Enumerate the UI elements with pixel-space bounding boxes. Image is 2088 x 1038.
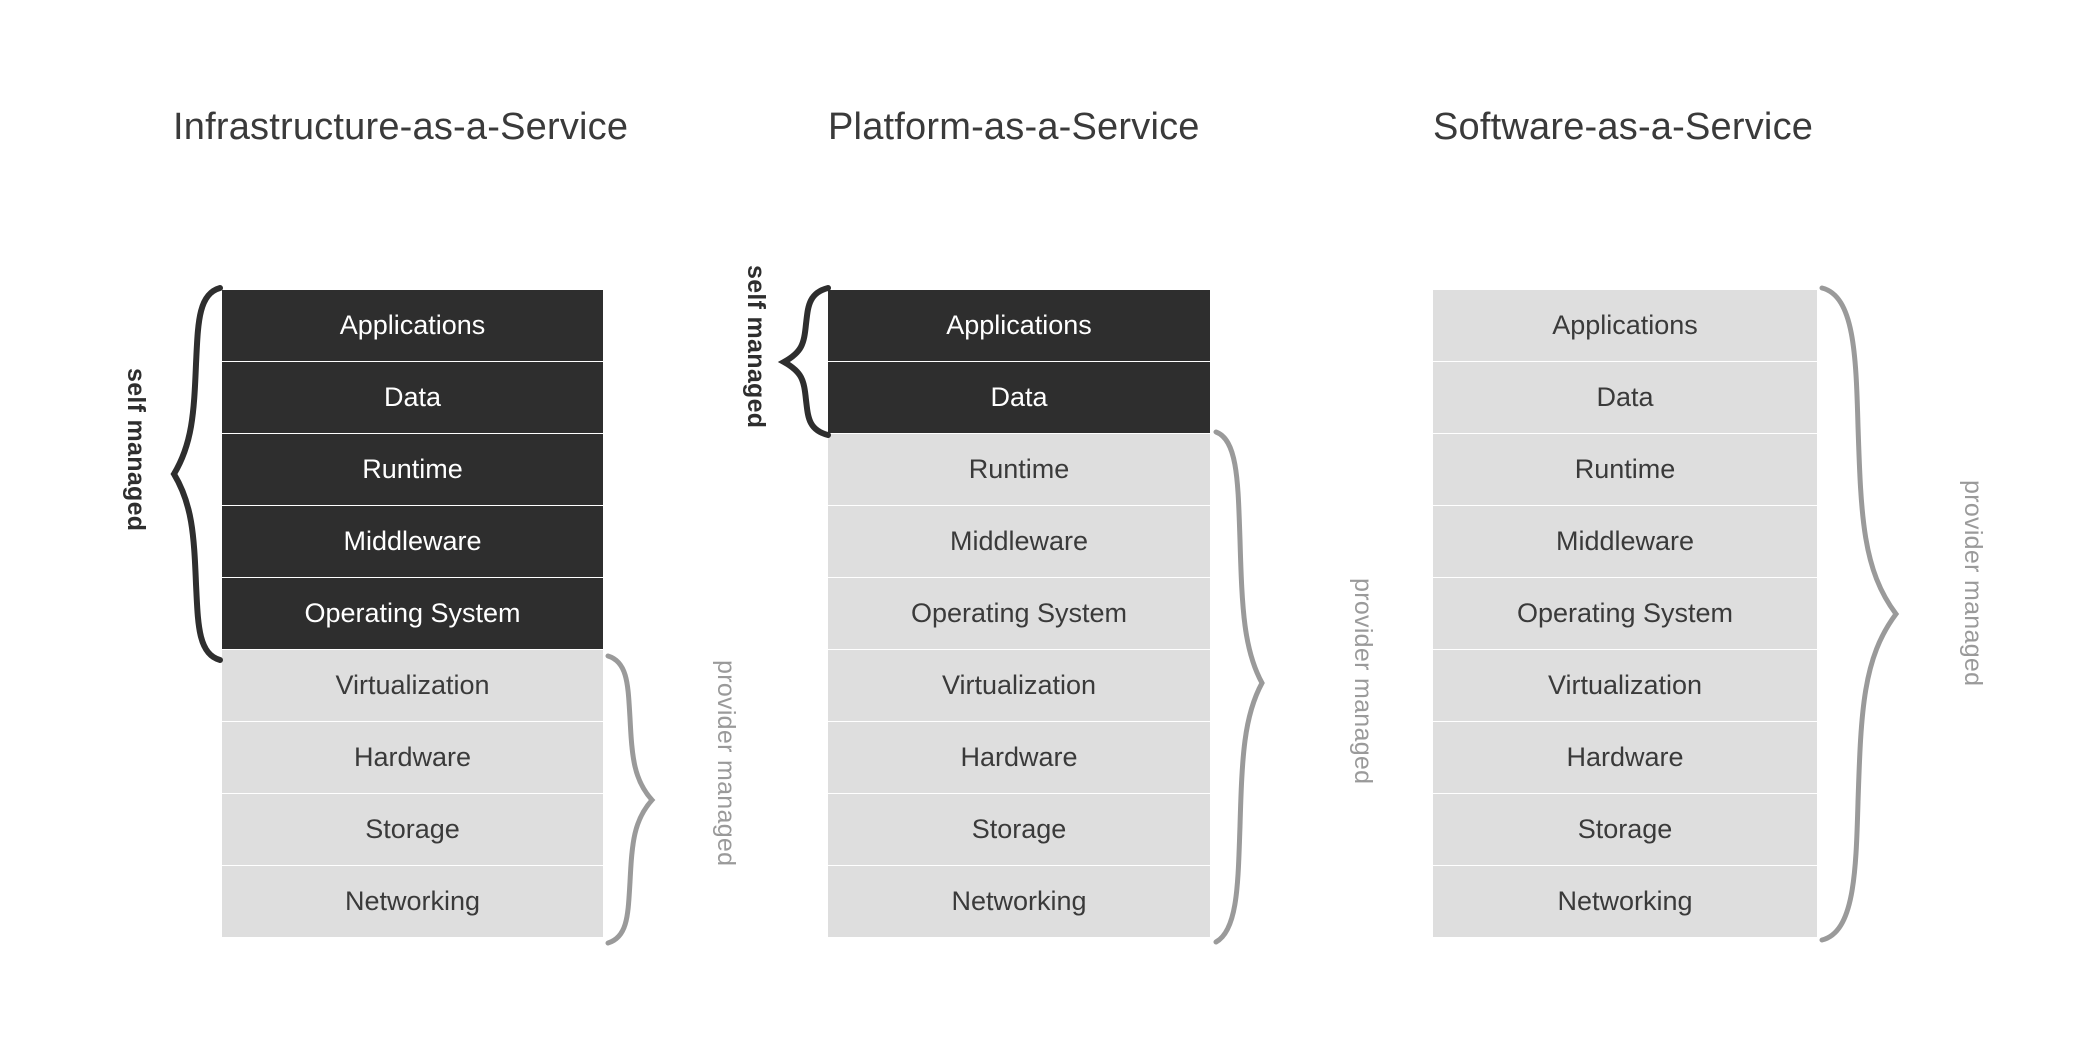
layer-iaas-middleware: Middleware bbox=[222, 506, 603, 577]
layer-saas-virtualization: Virtualization bbox=[1433, 650, 1817, 721]
layer-paas-storage: Storage bbox=[828, 794, 1210, 865]
layer-iaas-data: Data bbox=[222, 362, 603, 433]
stack-paas: Applications Data Runtime Middleware Ope… bbox=[828, 290, 1210, 938]
stack-iaas: Applications Data Runtime Middleware Ope… bbox=[222, 290, 603, 938]
brace-self-managed-iaas bbox=[170, 285, 223, 663]
layer-saas-operating-system: Operating System bbox=[1433, 578, 1817, 649]
brace-provider-managed-iaas bbox=[605, 653, 656, 946]
layer-iaas-hardware: Hardware bbox=[222, 722, 603, 793]
layer-paas-middleware: Middleware bbox=[828, 506, 1210, 577]
brace-provider-managed-saas bbox=[1819, 285, 1900, 943]
brace-label-self-managed-iaas: self managed bbox=[122, 368, 150, 532]
layer-saas-data: Data bbox=[1433, 362, 1817, 433]
layer-paas-data: Data bbox=[828, 362, 1210, 433]
brace-label-provider-managed-paas: provider managed bbox=[1349, 578, 1377, 785]
layer-paas-applications: Applications bbox=[828, 290, 1210, 361]
layer-paas-operating-system: Operating System bbox=[828, 578, 1210, 649]
layer-saas-applications: Applications bbox=[1433, 290, 1817, 361]
layer-iaas-networking: Networking bbox=[222, 866, 603, 937]
layer-saas-runtime: Runtime bbox=[1433, 434, 1817, 505]
layer-paas-hardware: Hardware bbox=[828, 722, 1210, 793]
stack-saas: Applications Data Runtime Middleware Ope… bbox=[1433, 290, 1817, 938]
layer-iaas-operating-system: Operating System bbox=[222, 578, 603, 649]
brace-label-provider-managed-saas: provider managed bbox=[1959, 480, 1987, 687]
layer-saas-hardware: Hardware bbox=[1433, 722, 1817, 793]
column-heading-iaas: Infrastructure-as-a-Service bbox=[173, 106, 629, 148]
column-heading-paas: Platform-as-a-Service bbox=[828, 106, 1200, 148]
brace-label-self-managed-paas: self managed bbox=[742, 265, 770, 429]
layer-paas-runtime: Runtime bbox=[828, 434, 1210, 505]
layer-saas-middleware: Middleware bbox=[1433, 506, 1817, 577]
layer-iaas-virtualization: Virtualization bbox=[222, 650, 603, 721]
layer-saas-storage: Storage bbox=[1433, 794, 1817, 865]
layer-iaas-applications: Applications bbox=[222, 290, 603, 361]
layer-iaas-storage: Storage bbox=[222, 794, 603, 865]
layer-iaas-runtime: Runtime bbox=[222, 434, 603, 505]
brace-self-managed-paas bbox=[777, 285, 831, 438]
brace-provider-managed-paas bbox=[1213, 429, 1265, 945]
cloud-service-models-diagram: Infrastructure-as-a-Service Platform-as-… bbox=[0, 0, 2088, 1038]
layer-paas-networking: Networking bbox=[828, 866, 1210, 937]
column-heading-saas: Software-as-a-Service bbox=[1433, 106, 1814, 148]
brace-label-provider-managed-iaas: provider managed bbox=[712, 660, 740, 867]
layer-paas-virtualization: Virtualization bbox=[828, 650, 1210, 721]
layer-saas-networking: Networking bbox=[1433, 866, 1817, 937]
